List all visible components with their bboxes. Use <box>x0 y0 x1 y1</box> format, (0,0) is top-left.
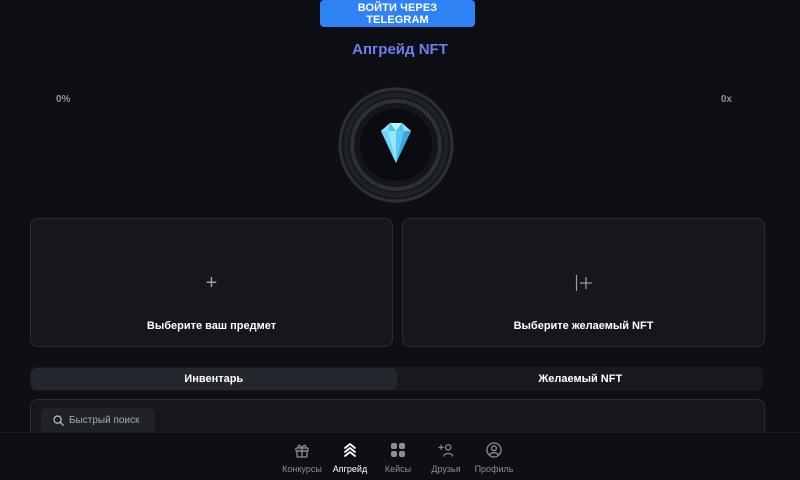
upgrade-wheel <box>337 86 455 204</box>
nav-item-upgrade[interactable]: Апгрейд <box>326 442 374 474</box>
bottom-nav: Конкурсы Апгрейд Кейсы Друзья Профиль <box>0 432 800 480</box>
nav-item-contests[interactable]: Конкурсы <box>278 442 326 474</box>
search-input[interactable] <box>69 415 149 426</box>
nav-label-cases: Кейсы <box>384 464 412 474</box>
plus-icon: + <box>205 272 218 294</box>
chevrons-up-icon <box>342 442 358 458</box>
search-box[interactable] <box>41 408 155 433</box>
chance-percent: 0% <box>56 94 71 105</box>
select-desired-nft-label: Выберите желаемый NFT <box>513 320 654 332</box>
profile-icon <box>486 442 502 458</box>
tab-desired-nft[interactable]: Желаемый NFT <box>398 367 764 391</box>
nav-item-cases[interactable]: Кейсы <box>374 442 422 474</box>
gift-icon <box>294 442 310 458</box>
select-your-item-card[interactable]: + Выберите ваш предмет <box>30 218 393 347</box>
select-desired-nft-card[interactable]: Выберите желаемый NFT <box>402 218 765 347</box>
search-icon <box>53 415 64 426</box>
plus-cursor-icon <box>575 275 592 291</box>
add-user-icon <box>438 442 454 458</box>
page-title: Апгрейд NFT <box>352 41 448 58</box>
multiplier-value: 0x <box>720 94 732 105</box>
nav-label-upgrade: Апгрейд <box>332 464 368 474</box>
nav-label-profile: Профиль <box>474 464 514 474</box>
nav-item-friends[interactable]: Друзья <box>422 442 470 474</box>
telegram-login-button[interactable]: ВОЙТИ ЧЕРЕЗ TELEGRAM <box>320 0 475 27</box>
nav-label-contests: Конкурсы <box>282 464 322 474</box>
tab-inventory[interactable]: Инвентарь <box>31 368 397 390</box>
select-your-item-label: Выберите ваш предмет <box>146 320 277 332</box>
nav-label-friends: Друзья <box>431 464 461 474</box>
inventory-tabs: Инвентарь Желаемый NFT <box>30 367 763 391</box>
grid-icon <box>390 442 406 458</box>
nav-item-profile[interactable]: Профиль <box>470 442 518 474</box>
